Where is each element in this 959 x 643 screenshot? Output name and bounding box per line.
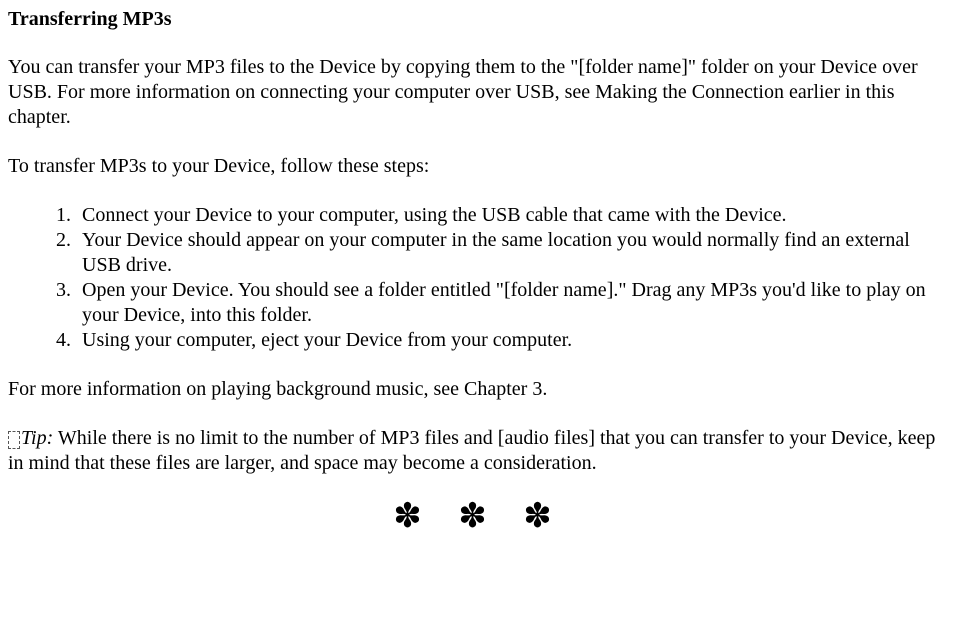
- intro-paragraph: You can transfer your MP3 files to the D…: [8, 55, 951, 130]
- section-heading: Transferring MP3s: [8, 8, 951, 31]
- lightbulb-icon: [8, 431, 20, 449]
- steps-lead-paragraph: To transfer MP3s to your Device, follow …: [8, 154, 951, 179]
- list-item: Using your computer, eject your Device f…: [76, 328, 951, 353]
- list-item: Connect your Device to your computer, us…: [76, 203, 951, 228]
- tip-body: While there is no limit to the number of…: [8, 427, 935, 474]
- list-item: Open your Device. You should see a folde…: [76, 278, 951, 328]
- steps-list: Connect your Device to your computer, us…: [8, 203, 951, 353]
- more-info-paragraph: For more information on playing backgrou…: [8, 377, 951, 402]
- tip-block: Tip: While there is no limit to the numb…: [8, 426, 951, 476]
- list-item: Your Device should appear on your comput…: [76, 228, 951, 278]
- tip-label: Tip:: [21, 427, 53, 449]
- section-divider: ✽ ✽ ✽: [8, 496, 951, 536]
